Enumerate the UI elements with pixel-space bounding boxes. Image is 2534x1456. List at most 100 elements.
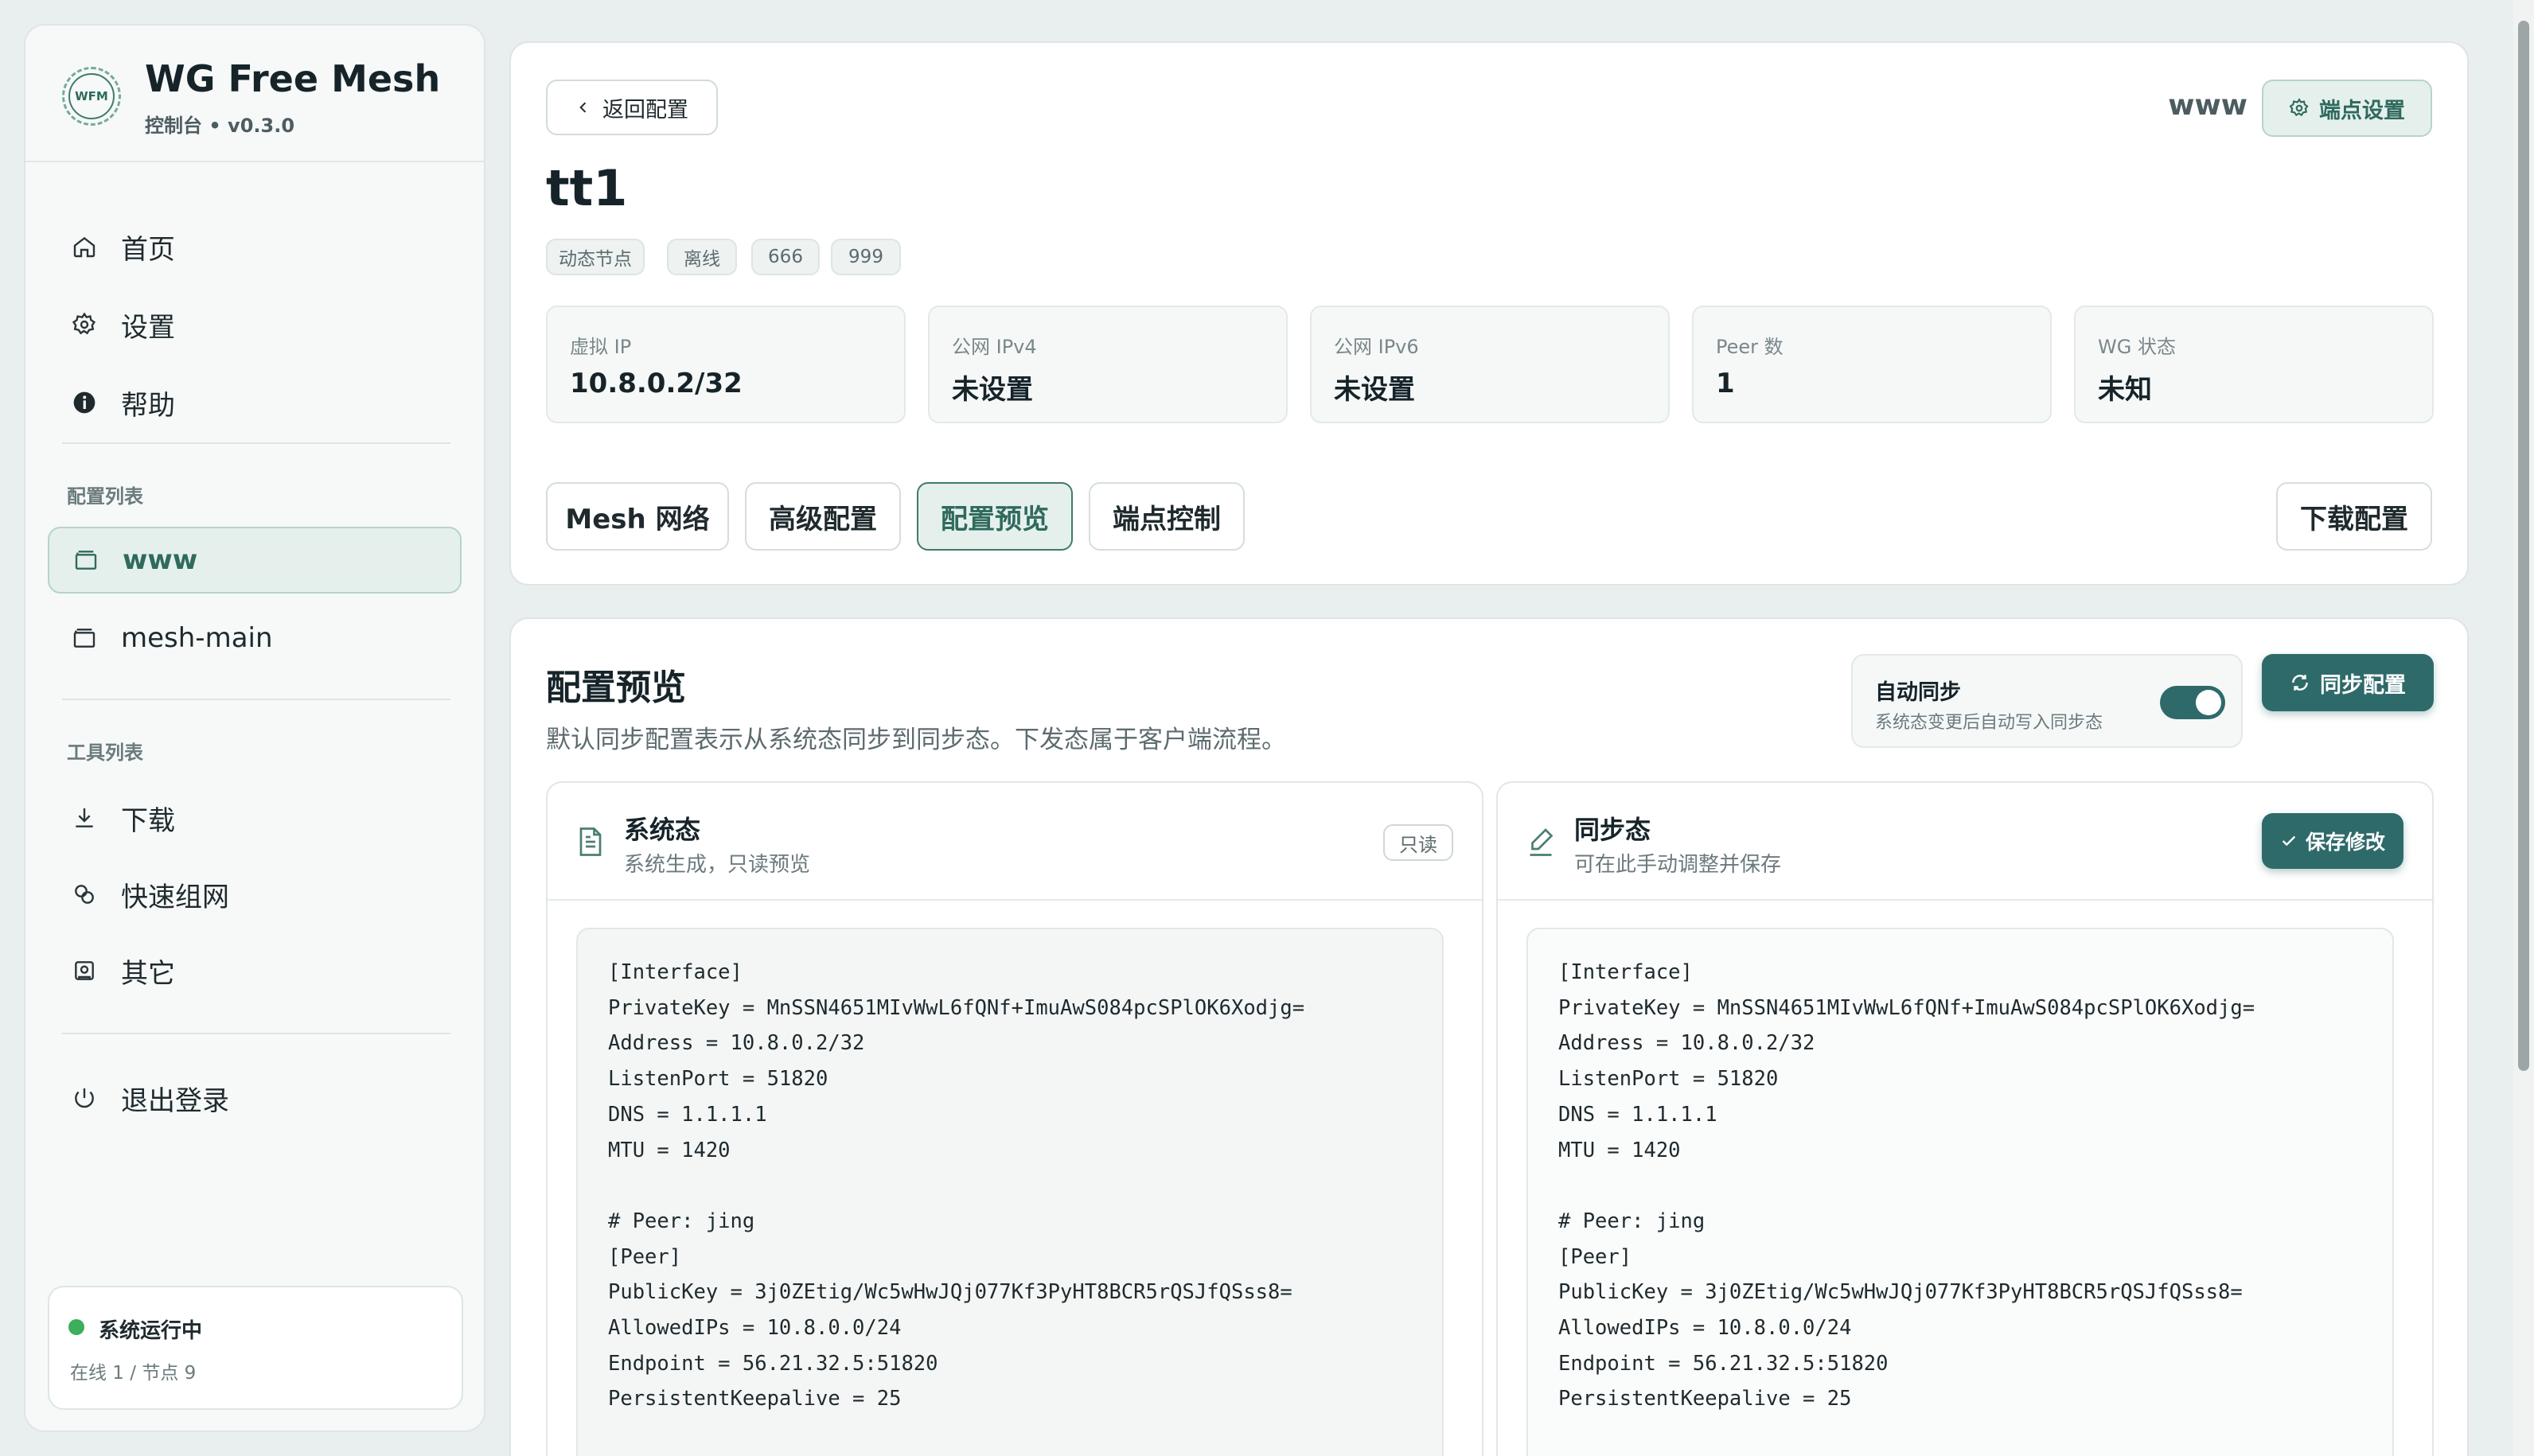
node-title: tt1 — [546, 159, 628, 217]
toggle-knob — [2196, 690, 2221, 715]
config-item-www[interactable]: www — [48, 527, 462, 594]
node-header-panel: 返回配置 www 端点设置 tt1 动态节点 离线 666 999 虚拟 IP … — [509, 41, 2469, 586]
stat-label: Peer 数 — [1716, 336, 1784, 358]
folder-icon — [68, 622, 100, 654]
config-item-label: mesh-main — [121, 622, 273, 654]
download-config-button[interactable]: 下载配置 — [2276, 482, 2432, 551]
auto-sync-panel: 自动同步 系统态变更后自动写入同步态 — [1851, 654, 2243, 748]
document-icon — [576, 826, 605, 858]
node-settings-button[interactable]: 端点设置 — [2262, 80, 2432, 137]
synced-state-subtitle: 可在此手动调整并保存 — [1574, 853, 1782, 877]
config-preview-panel: 配置预览 默认同步配置表示从系统态同步到同步态。下发态属于客户端流程。 自动同步… — [509, 617, 2469, 1456]
status-indicator — [68, 1319, 84, 1335]
save-changes-button[interactable]: 保存修改 — [2262, 813, 2403, 869]
tag-badge: 666 — [751, 239, 820, 275]
tool-item-other[interactable]: 其它 — [48, 937, 462, 1004]
stat-label: 公网 IPv4 — [952, 336, 1037, 358]
nav-item-label: 帮助 — [121, 389, 175, 422]
logout-button[interactable]: 退出登录 — [48, 1065, 462, 1131]
system-state-title: 系统态 — [624, 815, 701, 845]
synced-state-header: 同步态 可在此手动调整并保存 保存修改 — [1498, 783, 2432, 901]
config-item-label: www — [123, 544, 198, 576]
save-changes-label: 保存修改 — [2305, 831, 2385, 854]
tab-mesh-network[interactable]: Mesh 网络 — [546, 482, 729, 551]
refresh-icon — [2290, 672, 2310, 693]
synced-state-title: 同步态 — [1574, 815, 1651, 845]
app-version: 控制台 • v0.3.0 — [145, 115, 295, 137]
app-logo: WFM — [62, 67, 121, 126]
config-item-mesh-main[interactable]: mesh-main — [48, 605, 462, 672]
synced-config-editor[interactable]: [Interface] PrivateKey = MnSSN4651MIvWwL… — [1526, 928, 2394, 1456]
nav-item-label: 设置 — [121, 311, 175, 344]
box-icon — [68, 955, 100, 987]
stat-value: 未知 — [2098, 374, 2152, 406]
preview-description: 默认同步配置表示从系统态同步到同步态。下发态属于客户端流程。 — [546, 726, 1286, 754]
tool-item-quick-mesh[interactable]: 快速组网 — [48, 861, 462, 928]
system-status-card: 系统运行中 在线 1 / 节点 9 — [48, 1286, 463, 1410]
status-title: 系统运行中 — [99, 1319, 203, 1343]
tools-section-label: 工具列表 — [67, 742, 143, 764]
stat-card-wg-status: WG 状态 未知 — [2074, 306, 2434, 423]
sync-config-button[interactable]: 同步配置 — [2262, 654, 2434, 711]
nav-item-help[interactable]: 帮助 — [48, 369, 462, 436]
stat-label: 公网 IPv6 — [1334, 336, 1419, 358]
logout-label: 退出登录 — [121, 1084, 229, 1117]
stat-card-public-ipv6: 公网 IPv6 未设置 — [1310, 306, 1670, 423]
divider — [62, 442, 450, 444]
system-state-card: 系统态 系统生成，只读预览 只读 [Interface] PrivateKey … — [546, 781, 1483, 1456]
tag-badge: 离线 — [667, 239, 737, 275]
chevron-left-icon — [575, 99, 591, 115]
link-icon — [68, 878, 100, 910]
stat-value: 未设置 — [1334, 374, 1415, 406]
tag-badge: 动态节点 — [546, 239, 645, 275]
gear-icon — [68, 309, 100, 341]
scrollbar-thumb[interactable] — [2518, 21, 2529, 1071]
folder-icon — [70, 544, 102, 576]
system-config-viewer: [Interface] PrivateKey = MnSSN4651MIvWwL… — [576, 928, 1444, 1456]
system-state-subtitle: 系统生成，只读预览 — [624, 853, 811, 877]
brand-header: WFM WG Free Mesh 控制台 • v0.3.0 — [25, 25, 484, 162]
stat-value: 未设置 — [952, 374, 1033, 406]
nav-item-settings[interactable]: 设置 — [48, 291, 462, 358]
back-to-config-button[interactable]: 返回配置 — [546, 80, 718, 135]
power-icon — [68, 1082, 100, 1114]
tool-item-label: 快速组网 — [121, 881, 229, 913]
tab-endpoint-control[interactable]: 端点控制 — [1089, 482, 1245, 551]
divider — [62, 1033, 450, 1034]
nav-item-home[interactable]: 首页 — [48, 213, 462, 280]
synced-state-card: 同步态 可在此手动调整并保存 保存修改 [Interface] PrivateK… — [1496, 781, 2434, 1456]
stat-card-peer-count: Peer 数 1 — [1692, 306, 2052, 423]
edit-icon — [1526, 826, 1555, 858]
tag-badge: 999 — [831, 239, 901, 275]
read-only-badge: 只读 — [1383, 824, 1453, 861]
tool-item-label: 下载 — [121, 804, 175, 837]
tab-config-preview[interactable]: 配置预览 — [917, 482, 1073, 551]
check-icon — [2280, 832, 2298, 850]
status-detail: 在线 1 / 节点 9 — [70, 1363, 197, 1384]
stat-card-virtual-ip: 虚拟 IP 10.8.0.2/32 — [546, 306, 906, 423]
config-section-label: 配置列表 — [67, 485, 143, 508]
tab-advanced-config[interactable]: 高级配置 — [745, 482, 901, 551]
info-icon — [68, 387, 100, 419]
home-icon — [68, 231, 100, 263]
gear-icon — [2289, 98, 2310, 119]
auto-sync-hint: 系统态变更后自动写入同步态 — [1875, 713, 2103, 733]
tool-item-label: 其它 — [121, 957, 175, 990]
page-scrollbar[interactable] — [2513, 0, 2534, 1456]
tool-item-download[interactable]: 下载 — [48, 784, 462, 851]
stat-value: 1 — [1716, 368, 1735, 399]
stat-card-public-ipv4: 公网 IPv4 未设置 — [928, 306, 1288, 423]
system-state-header: 系统态 系统生成，只读预览 只读 — [548, 783, 1482, 901]
stat-value: 10.8.0.2/32 — [570, 368, 743, 399]
preview-title: 配置预览 — [546, 668, 686, 708]
logo-text: WFM — [68, 73, 115, 119]
node-settings-label: 端点设置 — [2319, 98, 2405, 123]
config-name-label: www — [2168, 89, 2247, 122]
sync-config-label: 同步配置 — [2320, 672, 2406, 698]
stat-label: 虚拟 IP — [570, 336, 632, 358]
synced-config-text[interactable]: [Interface] PrivateKey = MnSSN4651MIvWwL… — [1558, 955, 2362, 1417]
system-config-text: [Interface] PrivateKey = MnSSN4651MIvWwL… — [608, 960, 1305, 1411]
auto-sync-toggle[interactable] — [2160, 686, 2225, 719]
back-label: 返回配置 — [602, 97, 688, 123]
download-icon — [68, 802, 100, 834]
